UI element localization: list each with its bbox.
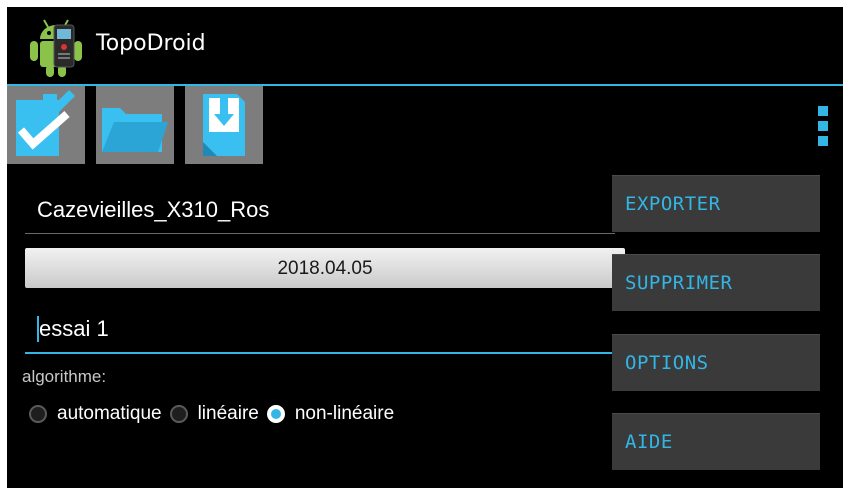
android-robot-icon <box>30 19 82 77</box>
document-download-icon <box>203 94 245 156</box>
comment-value: essai 1 <box>39 316 109 341</box>
menu-item-aide[interactable]: AIDE <box>612 413 820 470</box>
comment-field[interactable]: essai 1 <box>25 304 625 354</box>
folder-icon <box>102 108 168 152</box>
radio-label: automatique <box>57 403 162 424</box>
app-title: TopoDroid <box>96 31 206 56</box>
open-folder-button[interactable] <box>96 86 174 164</box>
radio-button-icon <box>29 405 47 423</box>
algorithm-radio-group: automatique linéaire non-linéaire <box>29 399 402 429</box>
radio-button-checked-icon <box>266 405 285 423</box>
menu-item-label: EXPORTER <box>625 193 721 215</box>
menu-item-label: SUPPRIMER <box>625 272 733 294</box>
title-bar: TopoDroid <box>7 7 843 84</box>
radio-automatique[interactable]: automatique <box>29 403 162 425</box>
menu-item-options[interactable]: OPTIONS <box>612 334 820 391</box>
save-button[interactable] <box>7 86 85 164</box>
algorithm-label: algorithme: <box>22 367 107 386</box>
radio-label: linéaire <box>197 403 259 424</box>
date-button[interactable]: 2018.04.05 <box>25 248 625 288</box>
overflow-menu-button[interactable] <box>785 86 843 164</box>
date-value: 2018.04.05 <box>277 258 373 279</box>
survey-name-value: Cazevieilles_X310_Ros <box>37 197 270 222</box>
app-screen: TopoDroid Cazevieilles_X310_Ros 2018.04.… <box>7 7 843 488</box>
radio-label: non-linéaire <box>294 403 395 424</box>
radio-non-lineaire[interactable]: non-linéaire <box>266 403 395 425</box>
menu-item-label: OPTIONS <box>625 352 709 374</box>
menu-item-exporter[interactable]: EXPORTER <box>612 175 820 232</box>
radio-button-icon <box>169 405 188 423</box>
import-button[interactable] <box>185 86 263 164</box>
menu-item-label: AIDE <box>625 431 673 453</box>
radio-lineaire[interactable]: linéaire <box>169 403 259 425</box>
survey-name-field[interactable]: Cazevieilles_X310_Ros <box>25 179 615 234</box>
checkbox-check-icon <box>16 90 75 156</box>
menu-item-supprimer[interactable]: SUPPRIMER <box>612 254 820 311</box>
more-vertical-icon <box>818 106 828 146</box>
